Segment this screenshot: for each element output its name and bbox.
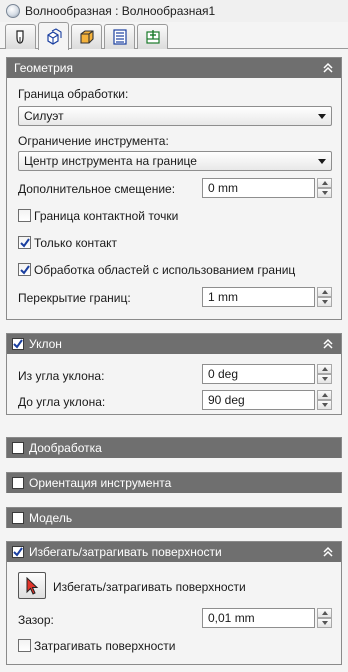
- slope-title: Уклон: [29, 337, 62, 351]
- touch-surfaces-label: Затрагивать поверхности: [34, 639, 176, 653]
- rest-machining-checkbox[interactable]: [12, 442, 24, 454]
- clearance-spinner: 0,01 mm: [202, 608, 332, 628]
- contact-only-label: Только контакт: [34, 236, 118, 250]
- model-checkbox[interactable]: [12, 512, 24, 524]
- avoid-touch-title: Избегать/затрагивать поверхности: [29, 545, 222, 559]
- cube-stack-icon: [46, 27, 62, 45]
- tool-limit-value: Центр инструмента на границе: [24, 154, 197, 168]
- collapse-up-icon[interactable]: [321, 545, 335, 559]
- tool-orientation-title: Ориентация инструмента: [29, 476, 172, 490]
- window-title: Волнообразная : Волнообразная1: [25, 4, 216, 18]
- boundary-overlap-spinner: 1 mm: [202, 287, 332, 307]
- geometry-panel: Геометрия Граница обработки: Силуэт Огра…: [6, 57, 342, 320]
- to-angle-label: До угла уклона:: [18, 395, 106, 409]
- model-header[interactable]: Модель: [7, 508, 341, 528]
- spin-down-button[interactable]: [317, 400, 332, 410]
- tool-limit-select[interactable]: Центр инструмента на границе: [18, 151, 332, 171]
- avoid-touch-header[interactable]: Избегать/затрагивать поверхности: [7, 542, 341, 562]
- tab-geometry[interactable]: [38, 22, 69, 50]
- spin-up-button[interactable]: [317, 608, 332, 618]
- check-icon: [19, 264, 30, 275]
- check-icon: [19, 237, 30, 248]
- tab-tool[interactable]: [5, 24, 36, 49]
- spin-up-icon: [321, 367, 328, 371]
- spin-up-icon: [321, 181, 328, 185]
- additional-offset-spinner: 0 mm: [202, 178, 332, 198]
- output-icon: [145, 30, 160, 44]
- spin-up-icon: [321, 393, 328, 397]
- tool-orientation-panel: Ориентация инструмента: [6, 472, 342, 493]
- avoid-touch-checkbox[interactable]: [12, 546, 24, 558]
- additional-offset-label: Дополнительное смещение:: [18, 182, 176, 196]
- window-title-bar: Волнообразная : Волнообразная1: [0, 0, 348, 22]
- geometry-title: Геометрия: [14, 61, 73, 75]
- machining-boundary-label: Граница обработки:: [18, 87, 129, 101]
- stock-block-icon: [79, 30, 94, 44]
- spin-down-icon: [321, 191, 328, 195]
- contact-point-boundary-checkbox[interactable]: [18, 209, 31, 222]
- model-title: Модель: [29, 511, 73, 525]
- spin-up-button[interactable]: [317, 390, 332, 400]
- spin-down-button[interactable]: [317, 297, 332, 307]
- spin-down-icon: [321, 621, 328, 625]
- tab-stock[interactable]: [71, 24, 102, 49]
- spin-up-button[interactable]: [317, 178, 332, 188]
- collapse-up-icon[interactable]: [321, 337, 335, 351]
- tool-orientation-header[interactable]: Ориентация инструмента: [7, 473, 341, 493]
- spin-down-icon: [321, 377, 328, 381]
- tool-icon: [15, 30, 24, 44]
- geometry-header[interactable]: Геометрия: [7, 58, 341, 78]
- machining-boundary-select[interactable]: Силуэт: [18, 106, 332, 126]
- from-angle-spinner: 0 deg: [202, 364, 332, 384]
- slope-panel: Уклон Из угла уклона: 0 deg До угла укло…: [6, 333, 342, 415]
- avoid-touch-panel: Избегать/затрагивать поверхности Избегат…: [6, 541, 342, 665]
- dropdown-arrow-icon: [318, 159, 326, 164]
- from-angle-input[interactable]: 0 deg: [202, 364, 315, 384]
- boundary-overlap-label: Перекрытие границ:: [18, 291, 131, 305]
- spin-down-button[interactable]: [317, 374, 332, 384]
- select-surfaces-button[interactable]: [18, 572, 46, 599]
- tab-parameters[interactable]: [104, 24, 135, 49]
- additional-offset-input[interactable]: 0 mm: [202, 178, 315, 198]
- rest-areas-checkbox[interactable]: [18, 263, 31, 276]
- rest-machining-header[interactable]: Дообработка: [7, 438, 341, 458]
- spin-down-icon: [321, 300, 328, 304]
- touch-surfaces-checkbox[interactable]: [18, 639, 31, 652]
- clearance-label: Зазор:: [18, 613, 54, 627]
- collapse-up-icon[interactable]: [321, 61, 335, 75]
- tab-strip: [0, 22, 348, 50]
- pointer-arrow-icon: [26, 576, 39, 595]
- to-angle-spinner: 90 deg: [202, 390, 332, 410]
- tool-orientation-checkbox[interactable]: [12, 477, 24, 489]
- spin-up-icon: [321, 611, 328, 615]
- tool-limit-label: Ограничение инструмента:: [18, 134, 169, 148]
- rest-machining-title: Дообработка: [29, 441, 102, 455]
- check-icon: [13, 547, 23, 557]
- model-panel: Модель: [6, 507, 342, 528]
- dropdown-arrow-icon: [318, 114, 326, 119]
- clearance-input[interactable]: 0,01 mm: [202, 608, 315, 628]
- spin-down-icon: [321, 403, 328, 407]
- check-icon: [13, 339, 23, 349]
- spin-down-button[interactable]: [317, 618, 332, 628]
- contact-only-checkbox[interactable]: [18, 236, 31, 249]
- to-angle-input[interactable]: 90 deg: [202, 390, 315, 410]
- rest-machining-panel: Дообработка: [6, 437, 342, 458]
- slope-checkbox[interactable]: [12, 338, 24, 350]
- rest-areas-label: Обработка областей с использованием гран…: [34, 263, 296, 277]
- machining-boundary-value: Силуэт: [24, 109, 64, 123]
- list-icon: [112, 29, 127, 45]
- spin-up-icon: [321, 290, 328, 294]
- slope-header[interactable]: Уклон: [7, 334, 341, 354]
- select-surfaces-label: Избегать/затрагивать поверхности: [53, 580, 246, 594]
- from-angle-label: Из угла уклона:: [18, 369, 105, 383]
- boundary-overlap-input[interactable]: 1 mm: [202, 287, 315, 307]
- sphere-icon: [6, 4, 20, 18]
- spin-up-button[interactable]: [317, 287, 332, 297]
- tab-output[interactable]: [137, 24, 168, 49]
- spin-up-button[interactable]: [317, 364, 332, 374]
- contact-point-boundary-label: Граница контактной точки: [34, 209, 179, 223]
- spin-down-button[interactable]: [317, 188, 332, 198]
